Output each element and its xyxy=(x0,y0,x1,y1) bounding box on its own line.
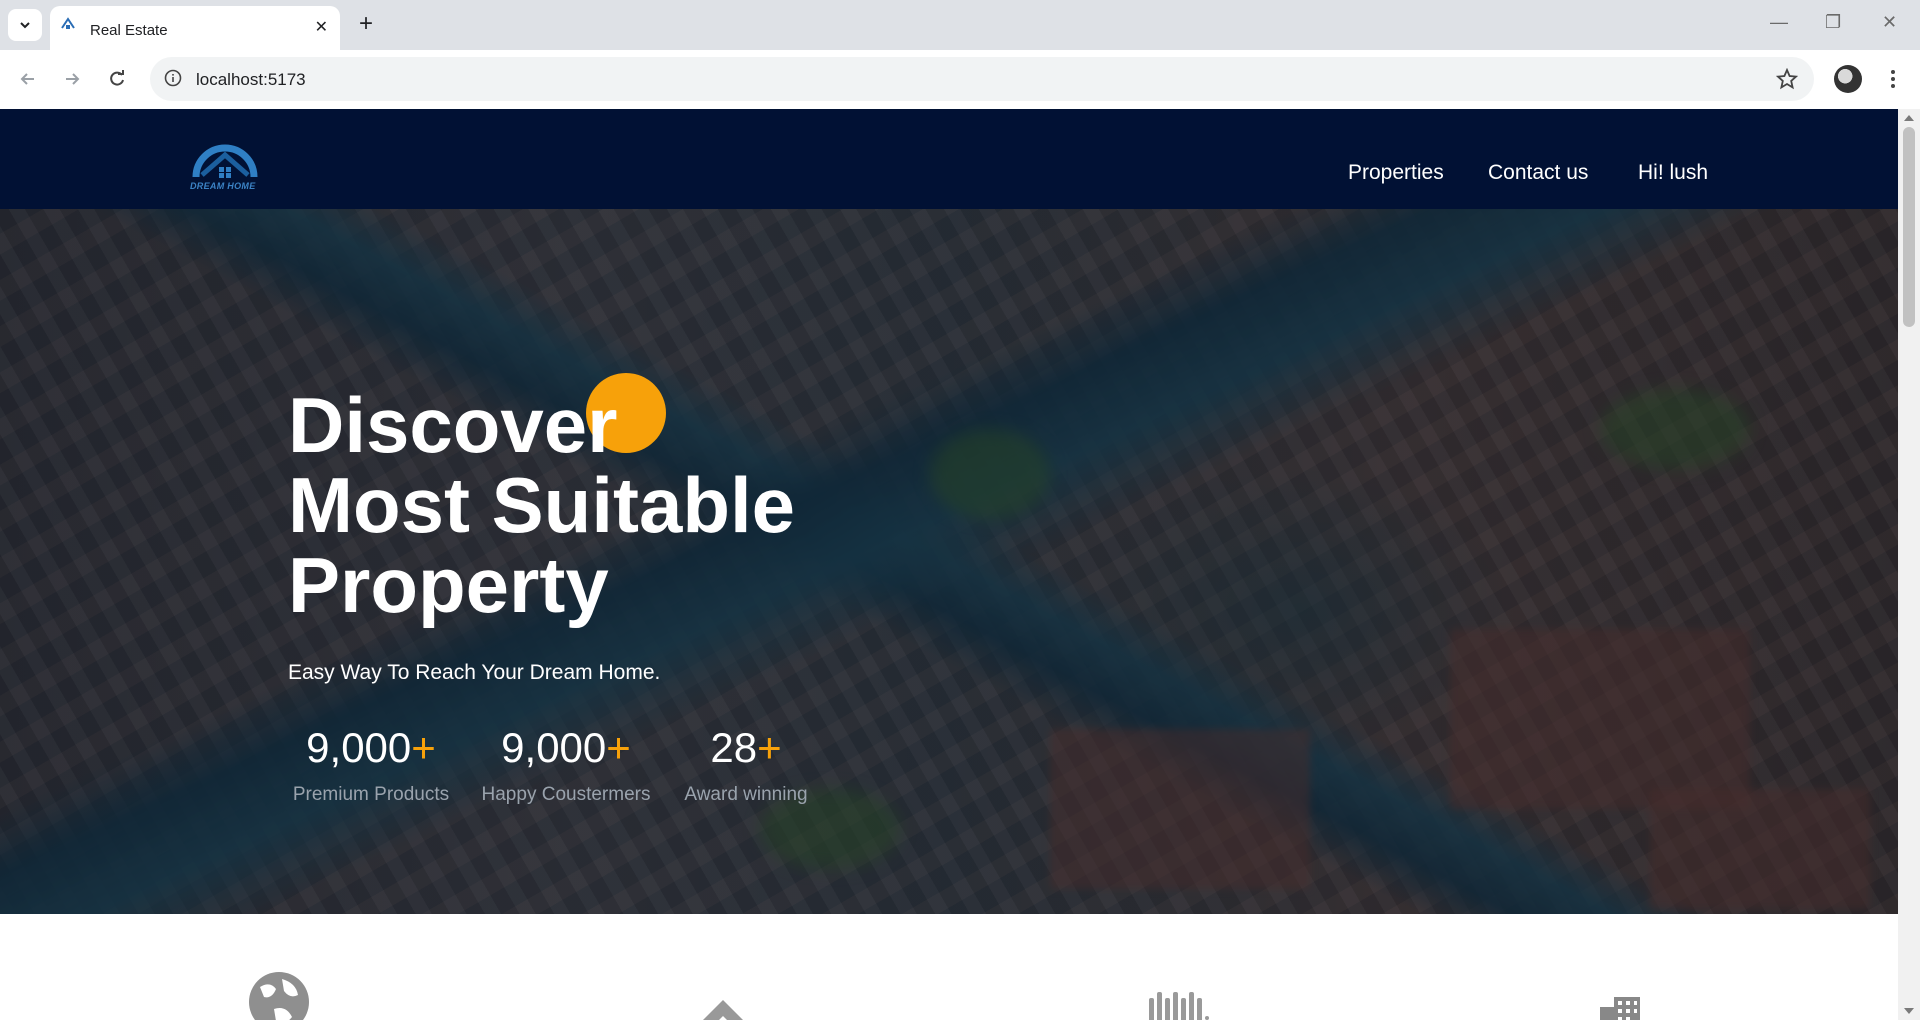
minimize-icon[interactable]: — xyxy=(1770,12,1788,33)
globe-icon xyxy=(249,972,309,1020)
stat-premium-products: 9,000+ Premium Products xyxy=(288,724,454,806)
arrow-right-icon xyxy=(66,73,80,85)
browser-tab[interactable]: Real Estate ✕ xyxy=(50,6,340,50)
nav-properties[interactable]: Properties xyxy=(1348,161,1444,185)
forward-button[interactable] xyxy=(58,65,86,93)
stat-value: 28 xyxy=(710,724,758,771)
hero-headline: Discover Most Suitable Property xyxy=(288,385,988,625)
stat-number: 28+ xyxy=(680,724,812,772)
stat-label: Award winning xyxy=(684,784,808,805)
new-tab-button[interactable]: + xyxy=(352,10,380,38)
building-icon xyxy=(1600,997,1640,1020)
tab-search-button[interactable] xyxy=(8,9,42,41)
browser-toolbar: localhost:5173 xyxy=(0,50,1920,110)
scrollbar-thumb[interactable] xyxy=(1903,127,1915,327)
stat-award-winning: 28+ Award winning xyxy=(680,724,812,806)
stat-label: Happy Coustermers xyxy=(481,784,651,805)
pyramid-icon xyxy=(703,1000,743,1020)
stat-number: 9,000+ xyxy=(288,724,454,772)
profile-avatar[interactable] xyxy=(1834,65,1862,93)
hero-section: Discover Most Suitable Property Easy Way… xyxy=(0,209,1898,914)
tab-title: Real Estate xyxy=(90,22,168,39)
bookmark-star-icon[interactable] xyxy=(1776,68,1798,90)
headline-line-2: Most Suitable xyxy=(288,461,796,549)
headline-line-3: Property xyxy=(288,541,609,629)
stat-label: Premium Products xyxy=(292,784,450,805)
stat-happy-customers: 9,000+ Happy Coustermers xyxy=(476,724,656,806)
stat-value: 9,000 xyxy=(501,724,607,771)
browser-tab-bar: Real Estate ✕ + — ❐ ✕ xyxy=(0,0,1920,50)
page-scrollbar[interactable] xyxy=(1898,109,1920,1020)
stat-plus: + xyxy=(411,724,436,771)
headline-line-1: Discover xyxy=(288,381,618,469)
window-close-icon[interactable]: ✕ xyxy=(1882,12,1897,33)
nav-contact-us[interactable]: Contact us xyxy=(1488,161,1588,185)
waveform-logo-icon xyxy=(1149,992,1209,1020)
restore-icon[interactable]: ❐ xyxy=(1825,12,1841,33)
chevron-down-icon xyxy=(20,22,30,29)
tab-close-icon[interactable]: ✕ xyxy=(315,17,328,37)
address-bar[interactable]: localhost:5173 xyxy=(150,57,1814,101)
reload-icon xyxy=(110,70,124,86)
site-favicon-icon xyxy=(61,17,75,29)
logo-text: DREAM HOME xyxy=(190,181,256,191)
url-text[interactable]: localhost:5173 xyxy=(196,70,306,90)
stat-number: 9,000+ xyxy=(476,724,656,772)
nav-user-greeting[interactable]: Hi! lush xyxy=(1638,161,1708,185)
browser-menu-icon[interactable] xyxy=(1885,64,1901,94)
site-info-icon[interactable] xyxy=(164,69,182,87)
stat-plus: + xyxy=(606,724,631,771)
reload-button[interactable] xyxy=(103,65,131,93)
site-header: DREAM HOME Properties Contact us Hi! lus… xyxy=(0,109,1898,209)
stat-plus: + xyxy=(757,724,782,771)
hero-subtitle: Easy Way To Reach Your Dream Home. xyxy=(288,661,661,684)
back-button[interactable] xyxy=(14,65,42,93)
page-viewport: DREAM HOME Properties Contact us Hi! lus… xyxy=(0,109,1898,1020)
arrow-left-icon xyxy=(20,73,34,85)
features-strip xyxy=(0,914,1898,1020)
stat-value: 9,000 xyxy=(306,724,412,771)
scroll-up-icon[interactable] xyxy=(1904,115,1914,121)
scroll-down-icon[interactable] xyxy=(1904,1008,1914,1014)
